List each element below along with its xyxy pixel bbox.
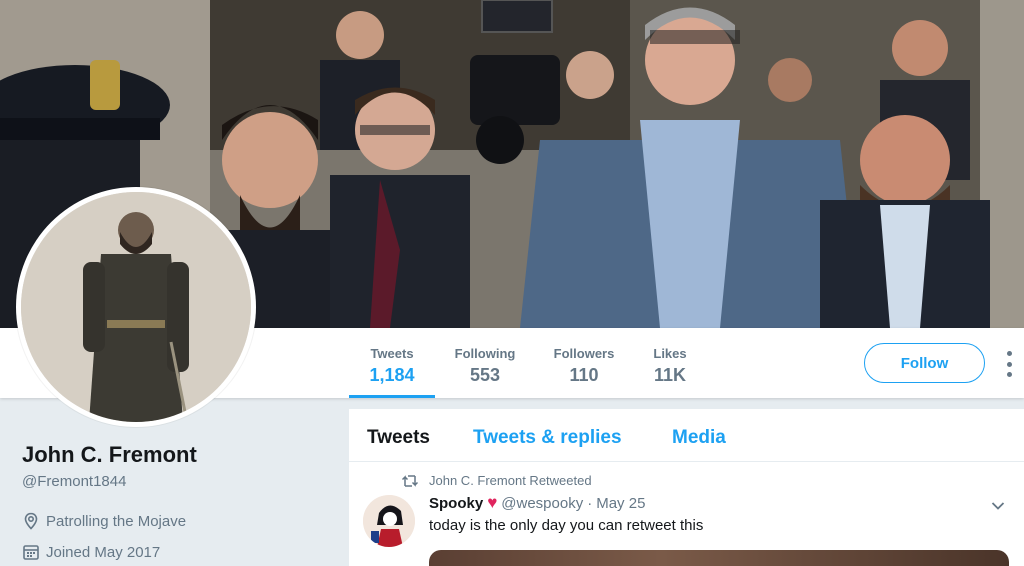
tweet-avatar-illustration — [363, 495, 415, 547]
profile-page: Tweets 1,184 Following 553 Followers 110… — [0, 0, 1024, 566]
follow-button[interactable]: Follow — [864, 343, 985, 383]
tab-tweets-and-replies[interactable]: Tweets & replies — [473, 427, 622, 449]
tweet-media[interactable] — [429, 550, 1009, 566]
tweet-author-name[interactable]: Spooky — [429, 495, 483, 512]
stat-followers-value: 110 — [569, 365, 599, 385]
vertical-dots-icon[interactable] — [1003, 351, 1015, 377]
stat-followers[interactable]: Followers 110 — [547, 328, 621, 398]
tab-media[interactable]: Media — [672, 427, 726, 449]
profile-location-text: Patrolling the Mojave — [46, 512, 187, 530]
tweet-date[interactable]: May 25 — [596, 495, 645, 512]
retweet-icon — [401, 474, 419, 487]
tweet-header: Spooky ♥ @wespooky · May 25 — [429, 493, 645, 513]
timeline-tabs: Tweets Tweets & replies Media — [349, 409, 1024, 462]
stat-following[interactable]: Following 553 — [447, 328, 523, 398]
stat-likes[interactable]: Likes 11K — [645, 328, 695, 398]
timeline: Tweets Tweets & replies Media John C. Fr… — [349, 409, 1024, 566]
stat-likes-label: Likes — [653, 346, 687, 361]
tweet-author-avatar[interactable] — [363, 495, 415, 547]
tweet-author-handle[interactable]: @wespooky — [501, 495, 583, 512]
profile-name: John C. Fremont — [22, 442, 197, 467]
stat-tweets-label: Tweets — [370, 346, 414, 361]
retweet-context: John C. Fremont Retweeted — [401, 473, 592, 488]
avatar[interactable] — [16, 187, 256, 427]
tweet-separator: · — [587, 494, 593, 512]
avatar-image — [21, 192, 251, 422]
tab-tweets[interactable]: Tweets — [367, 427, 430, 449]
profile-joined: Joined May 2017 — [22, 542, 160, 562]
tweet-text: today is the only day you can retweet th… — [429, 517, 704, 534]
profile-location: Patrolling the Mojave — [22, 511, 186, 531]
stat-following-value: 553 — [469, 365, 501, 385]
location-pin-icon — [24, 512, 38, 530]
stat-tweets[interactable]: Tweets 1,184 — [349, 328, 435, 398]
chevron-down-icon[interactable] — [991, 498, 1005, 516]
stat-tweets-value: 1,184 — [369, 365, 415, 385]
profile-handle[interactable]: @Fremont1844 — [22, 473, 126, 490]
stat-likes-value: 11K — [653, 365, 687, 385]
avatar-portrait-illustration — [21, 192, 251, 422]
retweet-context-text[interactable]: John C. Fremont Retweeted — [429, 473, 592, 488]
heart-emoji: ♥ — [487, 493, 498, 512]
profile-joined-text: Joined May 2017 — [46, 543, 161, 561]
calendar-icon — [23, 545, 39, 560]
stat-following-label: Following — [454, 346, 516, 361]
stat-followers-label: Followers — [553, 346, 615, 361]
